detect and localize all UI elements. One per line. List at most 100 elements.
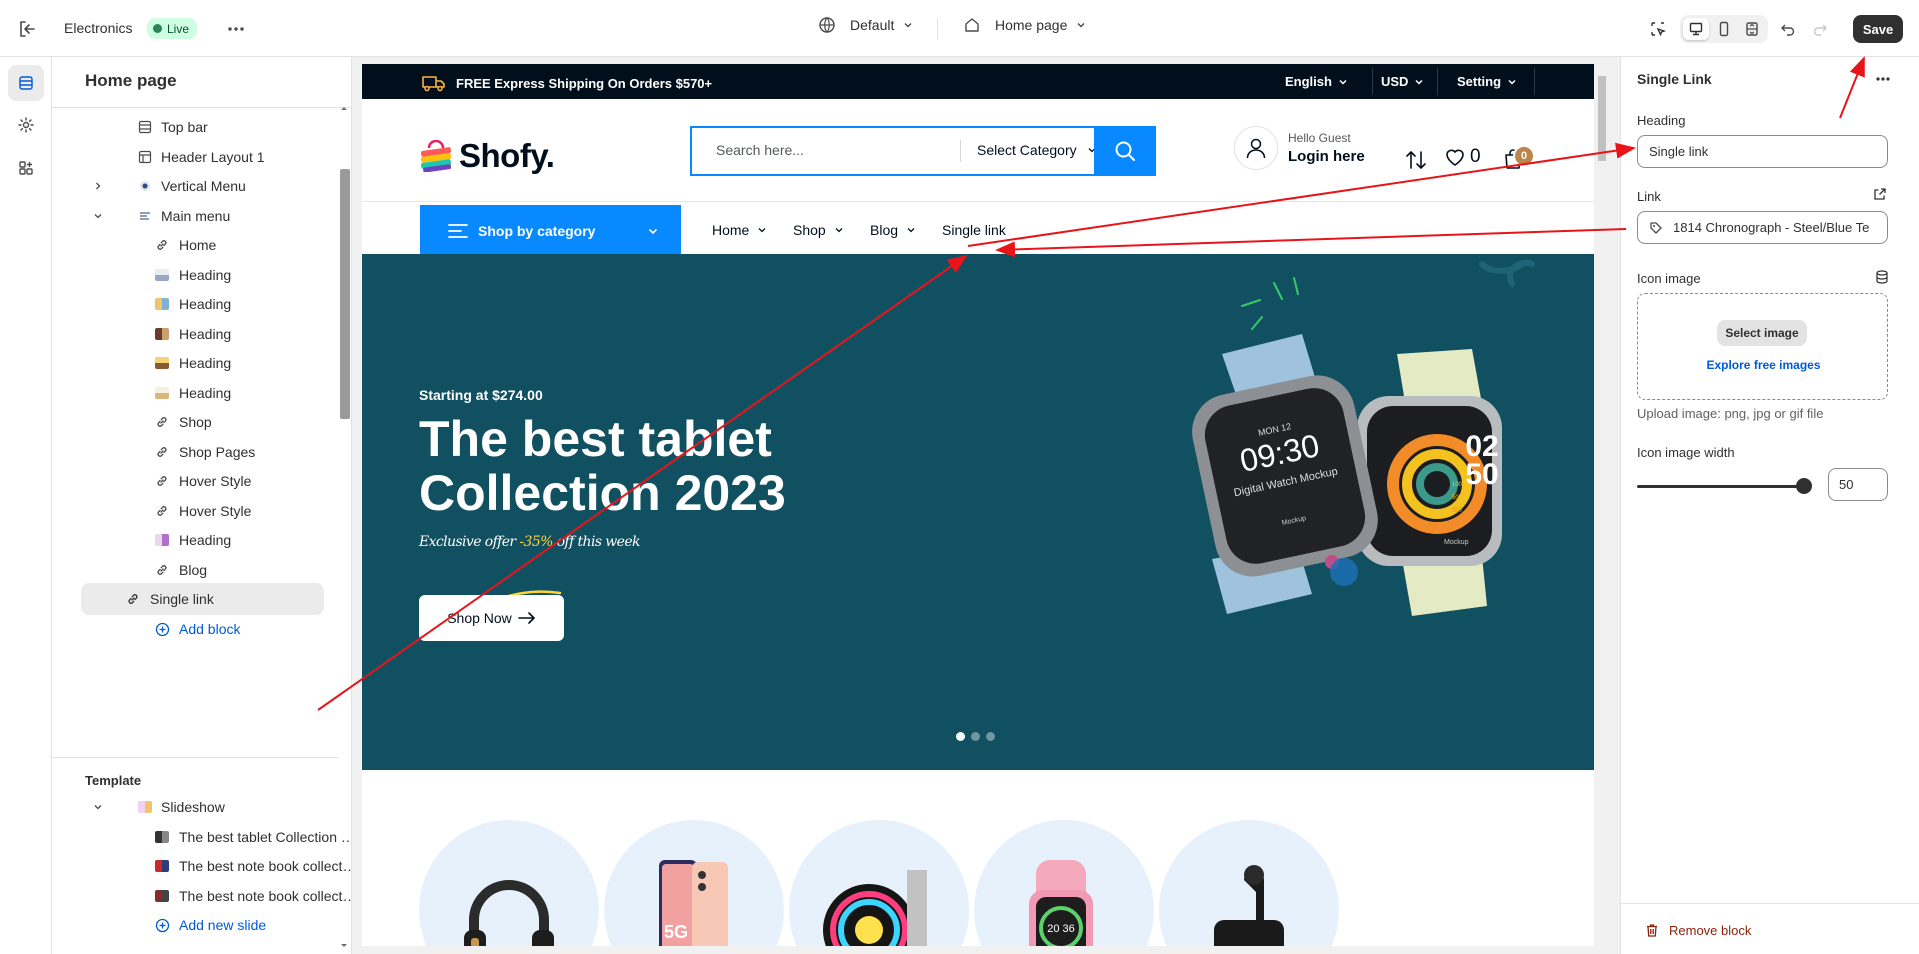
- remove-block-button[interactable]: Remove block: [1645, 923, 1751, 938]
- tree-item-label: Shop: [179, 414, 212, 430]
- slide-dot[interactable]: [986, 732, 995, 741]
- category-headphones[interactable]: [419, 820, 599, 946]
- tree-item-label: Vertical Menu: [161, 178, 246, 194]
- nav-blog[interactable]: Blog: [870, 222, 916, 238]
- tree-item-heading[interactable]: Heading: [81, 524, 351, 556]
- category-select[interactable]: Select Category: [977, 142, 1097, 158]
- more-icon[interactable]: [225, 18, 247, 40]
- link-input[interactable]: 1814 Chronograph - Steel/Blue Te: [1637, 211, 1888, 244]
- wishlist-link[interactable]: 0: [1444, 146, 1481, 168]
- category-earbuds[interactable]: [1159, 820, 1339, 946]
- add-slide-button[interactable]: Add new slide: [81, 909, 351, 941]
- tree-item-hover-style[interactable]: Hover Style: [81, 465, 351, 497]
- scroll-up-icon[interactable]: [338, 103, 350, 113]
- sections-icon[interactable]: [8, 65, 44, 101]
- tree-item-vertical-menu[interactable]: Vertical Menu: [81, 170, 351, 202]
- tree-item-heading[interactable]: Heading: [81, 318, 351, 350]
- tree-item-heading[interactable]: Heading: [81, 259, 351, 291]
- search-input[interactable]: Search here...: [716, 142, 804, 158]
- store-name: Electronics: [64, 20, 133, 36]
- tree-item-hover-style[interactable]: Hover Style: [81, 495, 351, 527]
- compare-icon[interactable]: [1405, 149, 1427, 171]
- slide-dot[interactable]: [971, 732, 980, 741]
- chevron-down-icon: [758, 228, 766, 233]
- tree-item-slideshow[interactable]: Slideshow: [81, 791, 351, 823]
- shop-by-category-button[interactable]: Shop by category: [420, 205, 681, 257]
- tree-item-shop[interactable]: Shop: [81, 406, 351, 438]
- nav-single-link[interactable]: Single link: [942, 222, 1006, 238]
- chevron-down-icon[interactable]: [93, 802, 103, 812]
- scrollbar-thumb[interactable]: [340, 169, 350, 419]
- nav-label: Shop: [793, 222, 826, 238]
- category-cooler[interactable]: [789, 820, 969, 946]
- account-link[interactable]: Hello Guest Login here: [1234, 126, 1365, 170]
- scroll-down-icon[interactable]: [338, 941, 350, 951]
- settings-gear-icon[interactable]: [8, 107, 44, 143]
- search-button[interactable]: [1094, 126, 1156, 176]
- tree-item-slide[interactable]: The best tablet Collection 2023: [81, 821, 351, 853]
- chevron-down-icon[interactable]: [93, 211, 103, 221]
- store-logo[interactable]: Shofy.: [419, 137, 555, 175]
- ring-value: 350: [1452, 508, 1463, 514]
- theme-select[interactable]: Default: [818, 16, 914, 34]
- icon-width-label: Icon image width: [1637, 445, 1735, 460]
- language-select[interactable]: English: [1285, 74, 1348, 89]
- redo-icon[interactable]: [1808, 17, 1832, 41]
- tree-item-home[interactable]: Home: [81, 229, 351, 261]
- tree-item-slide[interactable]: The best note book collection ...: [81, 880, 351, 912]
- tree-item-single-link[interactable]: Single link: [81, 583, 324, 615]
- tree-item-heading[interactable]: Heading: [81, 377, 351, 409]
- tree-item-heading[interactable]: Heading: [81, 288, 351, 320]
- heading-input[interactable]: Single link: [1637, 135, 1888, 168]
- desktop-icon[interactable]: [1683, 18, 1709, 40]
- tree-item-shop-pages[interactable]: Shop Pages: [81, 436, 351, 468]
- chevron-right-icon[interactable]: [93, 181, 103, 191]
- tree-item-top-bar[interactable]: Top bar: [81, 111, 351, 143]
- select-image-button[interactable]: Select image: [1717, 320, 1807, 346]
- exit-icon[interactable]: [16, 18, 38, 40]
- tree-item-label: Heading: [179, 532, 232, 548]
- apps-icon[interactable]: [8, 150, 44, 186]
- nav-home[interactable]: Home: [712, 222, 767, 238]
- heading-thumb-icon: [154, 326, 170, 342]
- setting-select[interactable]: Setting: [1457, 74, 1517, 89]
- login-link[interactable]: Login here: [1288, 148, 1365, 165]
- tree-item-label: Blog: [179, 562, 208, 578]
- shop-now-button[interactable]: Shop Now: [419, 595, 564, 641]
- sidebar-scrollbar[interactable]: [338, 103, 350, 953]
- icon-rail: [0, 57, 52, 954]
- tree-item-label: Heading: [179, 296, 232, 312]
- inspector-icon[interactable]: [1646, 17, 1670, 41]
- category-phones[interactable]: 5G: [604, 820, 784, 946]
- divider: [937, 18, 938, 40]
- slider-handle[interactable]: [1796, 478, 1812, 494]
- image-dropzone[interactable]: Select image Explore free images: [1637, 293, 1888, 400]
- currency-select[interactable]: USD: [1381, 74, 1424, 89]
- tree-item-slide[interactable]: The best note book collection ...: [81, 850, 351, 882]
- tree-item-header-layout[interactable]: Header Layout 1: [81, 141, 351, 173]
- nav-shop[interactable]: Shop: [793, 222, 844, 238]
- category-smartwatch[interactable]: 20 36: [974, 820, 1154, 946]
- more-icon[interactable]: [1873, 69, 1893, 89]
- external-link-icon[interactable]: [1873, 187, 1887, 201]
- database-icon[interactable]: [1875, 270, 1889, 284]
- icon-image-label: Icon image: [1637, 271, 1701, 286]
- status-badge: Live: [147, 18, 198, 39]
- home-icon: [965, 18, 979, 32]
- slide-dot[interactable]: [956, 732, 965, 741]
- fullwidth-icon[interactable]: [1739, 18, 1765, 40]
- tree-item-heading[interactable]: Heading: [81, 347, 351, 379]
- scrollbar-thumb[interactable]: [1598, 76, 1606, 161]
- icon-width-input[interactable]: 50: [1828, 468, 1888, 501]
- canvas-scrollbar[interactable]: [1594, 64, 1610, 946]
- tree-item-main-menu[interactable]: Main menu: [81, 200, 351, 232]
- icon-width-slider[interactable]: [1637, 485, 1803, 488]
- remove-block-label: Remove block: [1669, 923, 1752, 938]
- tree-item-blog[interactable]: Blog: [81, 554, 351, 586]
- undo-icon[interactable]: [1776, 17, 1800, 41]
- save-button[interactable]: Save: [1853, 15, 1903, 43]
- mobile-icon[interactable]: [1711, 18, 1737, 40]
- add-block-button[interactable]: Add block: [81, 613, 351, 645]
- page-select[interactable]: Home page: [963, 16, 1087, 34]
- explore-images-link[interactable]: Explore free images: [1638, 358, 1889, 372]
